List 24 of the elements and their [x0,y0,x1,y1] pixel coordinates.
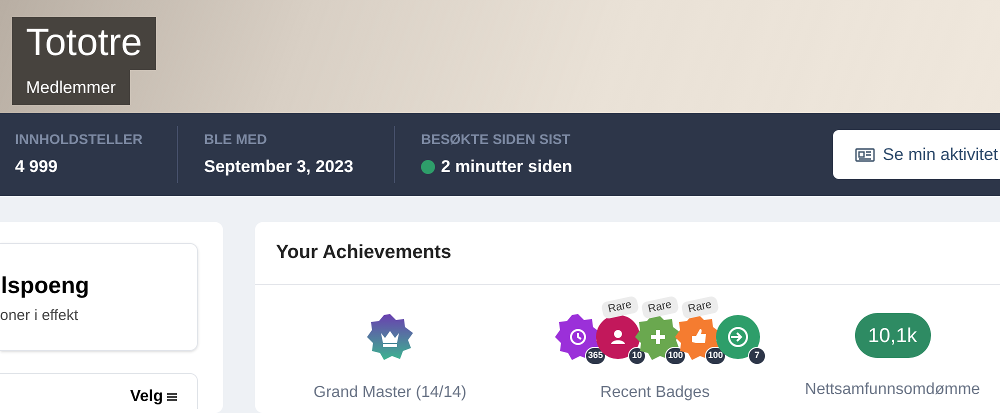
crown-badge-icon [366,313,414,361]
panel-title: Your Achievements [276,240,452,265]
filter-dropdown[interactable]: Velg [130,385,177,409]
points-subtitle: oner i effekt [0,306,80,326]
stat-label: BESØKTE SIDEN SIST [421,130,572,150]
stat-value: September 3, 2023 [204,156,354,178]
badges-label: Recent Badges [600,383,710,403]
badge-count: 7 [748,347,766,365]
stat-label: INNHOLDSTELLER [15,130,144,150]
stat-value: 2 minutter siden [441,156,572,178]
member-group: Medlemmer [12,70,130,105]
profile-name: Tototre [12,17,156,70]
rare-tag: Rare [680,295,720,320]
rank-label: Grand Master (14/14) [314,383,466,403]
reputation-label: Nettsamfunnsomdømme [804,380,980,400]
rare-tag: Rare [600,295,640,320]
newspaper-icon [854,148,875,162]
reputation-pill: 10,1k [854,313,930,358]
menu-icon [167,393,177,401]
stat-value: 4 999 [15,156,58,178]
rare-tag: Rare [640,295,680,320]
activity-button[interactable]: Se min aktivitet [832,130,1000,179]
stat-label: BLE MED [204,130,268,150]
points-title: lspoeng [0,271,90,300]
